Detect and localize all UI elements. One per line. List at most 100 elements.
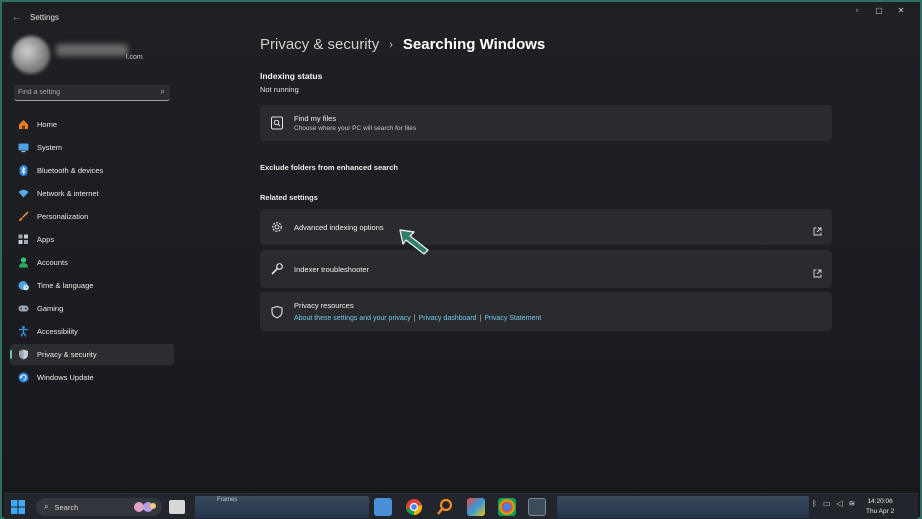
app-icon[interactable] [467, 498, 485, 516]
account-header[interactable]: l.com [10, 34, 170, 74]
window-thumbnail[interactable]: Frames [195, 496, 369, 518]
sidebar-item-label: Personalization [37, 212, 89, 221]
title-bar: ← Settings ▫ ▢ ✕ [4, 4, 918, 30]
wifi-tray-icon[interactable]: ≋ [849, 499, 856, 508]
breadcrumb: Privacy & security › Searching Windows [260, 36, 545, 53]
magnifier-app-icon[interactable] [436, 498, 454, 516]
sidebar-item-label: Bluetooth & devices [37, 166, 104, 175]
close-button[interactable]: ✕ [890, 6, 912, 15]
search-icon[interactable]: ⌕ [161, 87, 165, 97]
gamepad-icon [18, 303, 29, 314]
bluetooth-icon [18, 165, 29, 176]
sidebar-item-privacy-security[interactable]: Privacy & security [10, 344, 174, 365]
sidebar-item-gaming[interactable]: Gaming [10, 298, 174, 319]
settings-window: ← Settings ▫ ▢ ✕ l.com ⌕ Home [0, 0, 922, 519]
apps-icon [18, 234, 29, 245]
wifi-icon [18, 188, 29, 199]
account-email: l.com [126, 54, 143, 61]
indexer-troubleshooter-title: Indexer troubleshooter [294, 265, 370, 274]
sidebar-item-home[interactable]: Home [10, 114, 174, 135]
chevron-right-icon: › [389, 39, 393, 51]
page-title: Searching Windows [402, 36, 546, 53]
wrench-icon [270, 262, 284, 276]
sidebar-item-network[interactable]: Network & internet [10, 183, 174, 204]
search-highlight-icon [134, 502, 156, 512]
file-explorer-icon[interactable] [374, 498, 392, 516]
find-my-files-card[interactable]: Find my files Choose where your PC will … [260, 105, 832, 141]
sidebar-item-label: Privacy & security [37, 350, 97, 359]
sidebar-item-bluetooth[interactable]: Bluetooth & devices [10, 160, 174, 181]
battery-tray-icon[interactable]: ▭ [823, 499, 831, 508]
sidebar-item-label: Gaming [37, 304, 64, 313]
privacy-statement-link[interactable]: Privacy Statement [484, 315, 541, 322]
taskbar-search[interactable]: ⌕ Search [36, 498, 162, 516]
account-name-blurred [56, 44, 128, 56]
brush-icon [18, 211, 29, 222]
sidebar-item-label: System [37, 143, 63, 152]
find-my-files-subtitle: Choose where your PC will search for fil… [294, 125, 417, 132]
indexer-troubleshooter-card[interactable]: Indexer troubleshooter [260, 250, 832, 288]
open-external-icon [813, 223, 822, 236]
app-title: Settings [30, 12, 59, 22]
search-input[interactable] [18, 89, 148, 96]
link-separator: | [479, 315, 482, 322]
bluetooth-tray-icon[interactable]: ᛒ [812, 499, 817, 508]
sidebar-item-personalization[interactable]: Personalization [10, 206, 174, 227]
breadcrumb-parent[interactable]: Privacy & security [260, 36, 379, 53]
indexing-status-title: Indexing status [260, 71, 323, 81]
sidebar-item-windows-update[interactable]: Windows Update [10, 367, 174, 388]
find-my-files-title: Find my files [294, 114, 337, 123]
maximize-button[interactable]: ▢ [868, 6, 890, 15]
taskbar-search-label: Search [54, 502, 79, 512]
taskbar-clock[interactable]: 14:20:06 Thu Apr 2 [866, 497, 894, 517]
update-icon [18, 372, 29, 383]
sidebar-item-time-language[interactable]: Time & language [10, 275, 174, 296]
home-icon [18, 119, 29, 130]
globe-clock-icon [18, 280, 29, 291]
sidebar: l.com ⌕ Home System [4, 30, 176, 492]
taskbar: ⌕ Search Frames ᛒ ▭ ◁ ≋ 14:20:06 Thu Apr… [4, 493, 918, 519]
sidebar-item-label: Time & language [37, 281, 94, 290]
avatar [12, 36, 50, 74]
window-thumbnail-secondary[interactable] [557, 496, 809, 518]
privacy-links: About these settings and your privacy | Pr… [294, 315, 541, 322]
advanced-indexing-options-card[interactable]: Advanced indexing options [260, 209, 832, 245]
window-controls: ▫ ▢ ✕ [846, 6, 912, 15]
chrome-dev-icon[interactable] [498, 498, 516, 516]
sidebar-item-accessibility[interactable]: Accessibility [10, 321, 174, 342]
sidebar-item-label: Windows Update [37, 373, 94, 382]
chrome-window-icon[interactable] [528, 498, 546, 516]
search-icon: ⌕ [44, 502, 49, 511]
clock-date: Thu Apr 2 [866, 508, 895, 515]
sidebar-item-label: Apps [37, 235, 55, 244]
windows-start-icon[interactable] [11, 500, 25, 514]
clock-time: 14:20:06 [867, 498, 893, 505]
link-separator: | [413, 315, 416, 322]
shield-icon [18, 349, 29, 360]
search-box: ⌕ [14, 85, 170, 101]
gear-icon [270, 220, 284, 234]
open-external-icon [813, 265, 822, 278]
about-privacy-link[interactable]: About these settings and your privacy [294, 315, 411, 322]
privacy-dashboard-link[interactable]: Privacy dashboard [419, 315, 477, 322]
minimize-button[interactable]: ▫ [846, 6, 868, 15]
accessibility-icon [18, 326, 29, 337]
person-icon [18, 257, 29, 268]
window-thumbnail-label: Frames [217, 497, 238, 503]
related-settings-heading: Related settings [260, 193, 318, 202]
sidebar-nav: Home System Bluetooth & devices Network … [10, 114, 174, 390]
task-view-icon[interactable] [169, 500, 185, 514]
privacy-resources-title: Privacy resources [294, 301, 354, 310]
mute-tray-icon[interactable]: ◁ [836, 499, 842, 508]
exclude-folders-heading[interactable]: Exclude folders from enhanced search [260, 163, 398, 172]
sidebar-item-accounts[interactable]: Accounts [10, 252, 174, 273]
shield-outline-icon [270, 305, 284, 319]
back-arrow-icon[interactable]: ← [4, 11, 30, 23]
system-tray: ᛒ ▭ ◁ ≋ [812, 499, 855, 508]
indexing-status-value: Not running [260, 85, 299, 94]
privacy-resources-card: Privacy resources About these settings a… [260, 292, 832, 331]
advanced-indexing-options-title: Advanced indexing options [294, 223, 384, 232]
sidebar-item-apps[interactable]: Apps [10, 229, 174, 250]
chrome-icon[interactable] [405, 498, 423, 516]
sidebar-item-system[interactable]: System [10, 137, 174, 158]
